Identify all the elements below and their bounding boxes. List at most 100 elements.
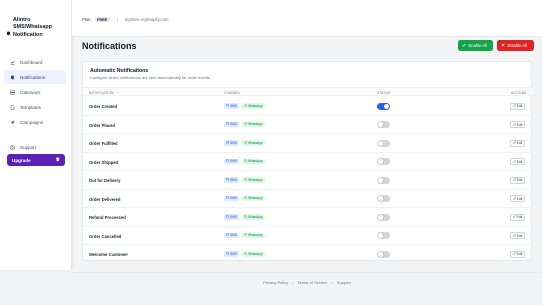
status-toggle[interactable] (377, 102, 390, 110)
pencil-icon (512, 103, 516, 108)
edit-button[interactable]: Edit (510, 213, 525, 221)
whatsapp-badge-label: WhatsApp (248, 233, 263, 238)
edit-button[interactable]: Edit (510, 139, 525, 147)
status-toggle[interactable] (377, 250, 390, 258)
status-toggle[interactable] (377, 139, 390, 147)
bell-icon (6, 31, 11, 36)
notification-name: Order Created (89, 104, 118, 109)
edit-label: Edit (516, 122, 523, 127)
whatsapp-channel-badge: WhatsApp (242, 177, 265, 183)
sidebar-item-support[interactable]: Support (4, 140, 66, 154)
sidebar-item-label: Support (20, 144, 37, 150)
store-domain: mystore.myshopify.com (124, 17, 169, 22)
sms-badge-label: SMS (230, 196, 237, 201)
whatsapp-badge-label: WhatsApp (248, 214, 263, 219)
table-row: Out for Delivery SMS WhatsApp Edit (83, 171, 533, 190)
edit-label: Edit (516, 178, 523, 182)
whatsapp-icon (244, 215, 247, 219)
brand-line-3: Notification (13, 31, 43, 38)
status-toggle[interactable] (377, 158, 390, 165)
table-row: Order Shipped SMS WhatsApp Edit (83, 153, 533, 171)
edit-button[interactable]: Edit (510, 195, 525, 202)
disable-all-label: Disable All (507, 43, 528, 48)
sidebar-item-label: Gateways (20, 89, 41, 95)
whatsapp-icon (244, 233, 247, 237)
sidebar-item-dashboard[interactable]: Dashboard (4, 55, 66, 69)
table-row: Order Placed SMS WhatsApp Edit (83, 116, 533, 134)
footer-separator: • (292, 280, 294, 285)
edit-button[interactable]: Edit (510, 102, 525, 110)
toggle-knob (378, 159, 383, 164)
brand-line-1: Alintro (13, 17, 31, 23)
whatsapp-icon (244, 196, 247, 200)
toggle-knob (378, 214, 383, 220)
support-link[interactable]: Support (337, 280, 351, 285)
whatsapp-badge-label: WhatsApp (248, 177, 263, 182)
sms-channel-badge: SMS (224, 103, 239, 109)
sms-badge-label: SMS (230, 233, 237, 238)
edit-label: Edit (516, 196, 523, 201)
whatsapp-channel-badge: WhatsApp (242, 214, 265, 220)
terms-of-service-link[interactable]: Terms of Service (298, 280, 328, 285)
sms-badge-label: SMS (230, 122, 237, 127)
table-row: Order Delivered SMS WhatsApp Edit (83, 190, 533, 208)
chart-icon (10, 60, 15, 65)
pencil-icon (512, 122, 516, 127)
status-toggle[interactable] (377, 213, 390, 221)
edit-label: Edit (516, 104, 523, 108)
message-icon (226, 215, 229, 219)
status-toggle[interactable] (377, 176, 390, 184)
whatsapp-badge-label: WhatsApp (248, 103, 263, 108)
upgrade-button[interactable]: Upgrade ♛ (7, 154, 65, 166)
message-icon (226, 122, 229, 126)
message-icon (226, 252, 229, 256)
message-icon (226, 104, 229, 108)
app-brand: Alintro SMS/Whatsapp Notification (6, 17, 68, 39)
privacy-policy-link[interactable]: Privacy Policy (263, 280, 288, 285)
edit-button[interactable]: Edit (510, 158, 525, 165)
check-icon (462, 43, 466, 48)
whatsapp-badge-label: WhatsApp (248, 159, 263, 164)
edit-button[interactable]: Edit (510, 176, 525, 184)
notification-name: Order Cancelled (89, 233, 122, 239)
enable-all-button[interactable]: Enable All (458, 40, 493, 51)
message-icon (226, 159, 229, 163)
whatsapp-channel-badge: WhatsApp (242, 158, 265, 164)
status-toggle[interactable] (377, 232, 390, 239)
sidebar-item-templates[interactable]: Templates (4, 100, 66, 114)
plan-label: Plan: (82, 17, 92, 22)
sidebar-item-gateways[interactable]: Gateways (4, 85, 66, 99)
table-row: Welcome Customer SMS WhatsApp Edit (83, 245, 533, 264)
sidebar-item-notifications[interactable]: Notifications (4, 70, 66, 84)
pencil-icon (512, 251, 516, 256)
sidebar-item-label: Campaigns (20, 119, 44, 125)
notification-name: Refund Processed (89, 215, 126, 220)
document-icon (10, 104, 15, 110)
sidebar-item-campaigns[interactable]: Campaigns (4, 115, 66, 129)
edit-button[interactable]: Edit (510, 121, 525, 128)
disable-all-button[interactable]: Disable All (497, 40, 534, 51)
edit-button[interactable]: Edit (510, 250, 525, 258)
topbar: Plan: FREE | mystore.myshopify.com (72, 0, 542, 37)
pencil-icon (512, 159, 516, 164)
sidebar-item-label: Notifications (20, 74, 46, 80)
toggle-knob (378, 177, 383, 183)
status-toggle[interactable] (377, 195, 390, 202)
footer-separator: • (331, 280, 333, 285)
whatsapp-channel-badge: WhatsApp (242, 121, 265, 127)
sms-badge-label: SMS (230, 140, 237, 145)
enable-all-label: Enable All (468, 43, 488, 48)
toggle-knob (378, 233, 383, 238)
whatsapp-badge-label: WhatsApp (248, 251, 263, 256)
whatsapp-icon (244, 104, 247, 108)
table-header: NOTIFICATION CHANNEL STATUS ACTIONS (83, 87, 533, 96)
support-section: Support (4, 140, 66, 155)
sidebar-nav: Dashboard Notifications Gateways Templat… (4, 55, 66, 130)
sms-channel-badge: SMS (224, 177, 239, 183)
status-toggle[interactable] (377, 121, 390, 128)
message-icon (226, 233, 229, 237)
edit-button[interactable]: Edit (510, 232, 525, 239)
notifications-card: Automatic Notifications Configure which … (82, 61, 533, 264)
column-header-channel: CHANNEL (224, 90, 241, 95)
toggle-knob (384, 103, 389, 109)
